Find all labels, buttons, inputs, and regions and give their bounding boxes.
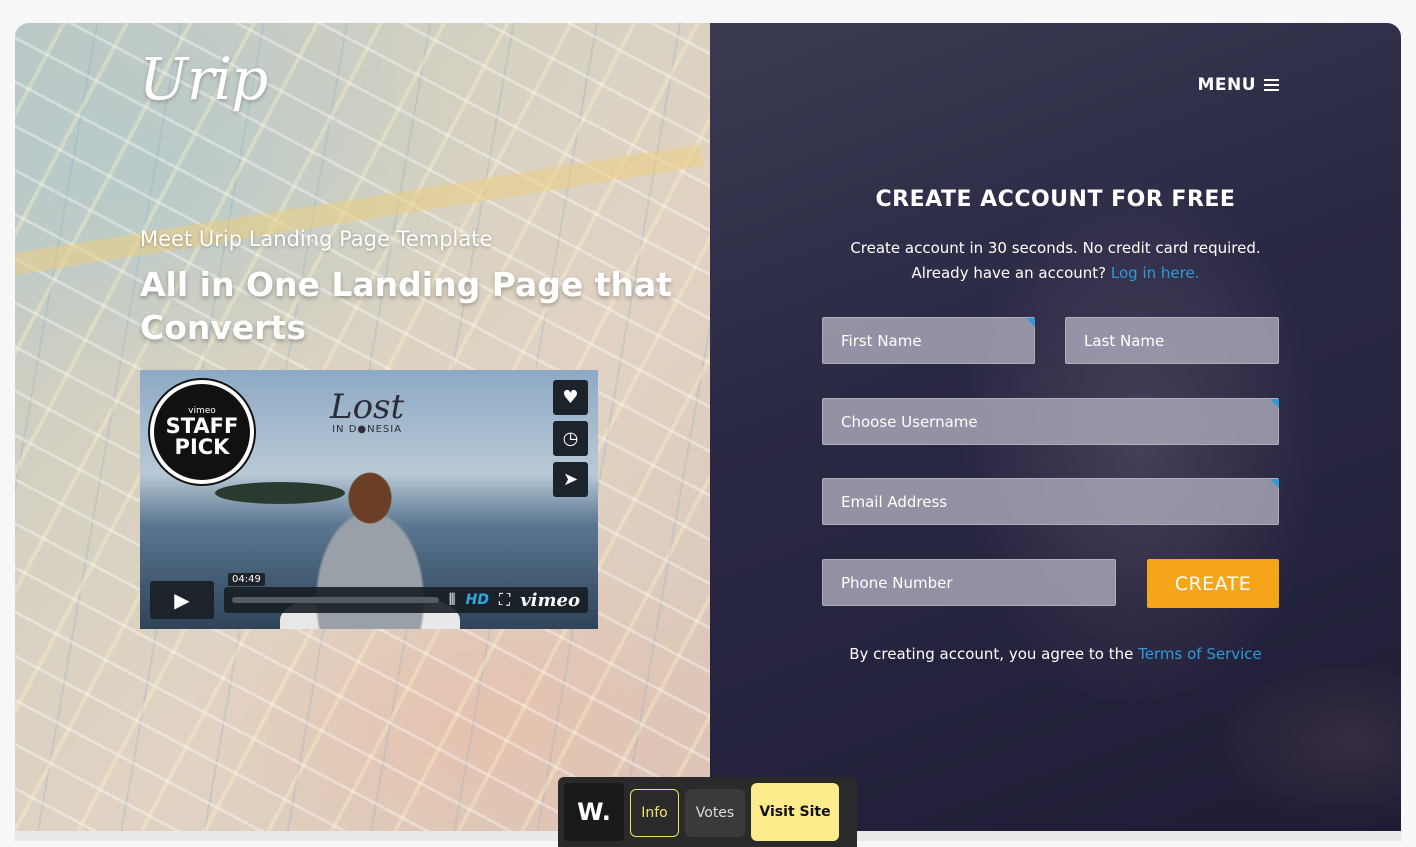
progress-bar[interactable] [232, 597, 439, 603]
play-button[interactable]: ▶ [150, 581, 214, 619]
form-title: CREATE ACCOUNT FOR FREE [875, 187, 1236, 212]
heart-icon[interactable]: ♥ [553, 380, 588, 415]
toolbar-logo[interactable]: W. [564, 783, 624, 841]
video-side-actions: ♥ ◷ ➤ [553, 380, 588, 497]
staff-pick-badge: vimeo STAFF PICK [150, 380, 254, 484]
required-marker [1026, 318, 1035, 327]
clock-icon[interactable]: ◷ [553, 421, 588, 456]
video-title-line2: IN D●NESIA [332, 424, 403, 435]
first-name-input[interactable] [822, 317, 1035, 364]
login-line: Already have an account? Log in here. [710, 261, 1401, 286]
email-input[interactable] [822, 478, 1279, 525]
hero-headline: All in One Landing Page that Converts [140, 265, 673, 347]
video-time: 04:49 [228, 573, 265, 586]
terms-link[interactable]: Terms of Service [1138, 645, 1262, 663]
username-input[interactable] [822, 398, 1279, 445]
phone-input[interactable] [822, 559, 1116, 606]
required-marker [1270, 399, 1279, 408]
play-icon: ▶ [174, 588, 190, 612]
form-subtitle-line: Create account in 30 seconds. No credit … [850, 239, 1261, 257]
hero-panel: Urip Meet Urip Landing Page Template All… [15, 23, 710, 831]
site-preview: Urip Meet Urip Landing Page Template All… [15, 23, 1401, 831]
send-icon[interactable]: ➤ [553, 462, 588, 497]
fullscreen-icon[interactable]: ⛶ [499, 590, 510, 610]
hd-toggle[interactable]: HD [466, 592, 489, 608]
form-subtitle: Create account in 30 seconds. No credit … [710, 236, 1401, 286]
volume-icon[interactable]: ⦀ [449, 590, 456, 610]
required-marker [1270, 479, 1279, 488]
badge-main-text: STAFF PICK [165, 414, 239, 459]
terms-prefix: By creating account, you agree to the [849, 645, 1134, 663]
video-timeline[interactable]: 04:49 ⦀ HD ⛶ vimeo [224, 573, 588, 613]
votes-button[interactable]: Votes [685, 789, 745, 837]
brand-logo[interactable]: Urip [139, 45, 268, 113]
login-link[interactable]: Log in here. [1111, 264, 1200, 282]
vimeo-logo[interactable]: vimeo [520, 590, 580, 611]
preview-toolbar: W. Info Votes Visit Site [558, 777, 857, 847]
signup-panel: MENU CREATE ACCOUNT FOR FREE Create acco… [710, 23, 1401, 831]
hero-pre-title: Meet Urip Landing Page Template [140, 227, 493, 251]
last-name-input[interactable] [1065, 317, 1279, 364]
login-prompt: Already have an account? [911, 264, 1107, 282]
menu-label: MENU [1197, 75, 1256, 95]
terms-notice: By creating account, you agree to the Te… [710, 645, 1401, 663]
video-controls: ▶ 04:49 ⦀ HD ⛶ vimeo [150, 573, 588, 619]
video-player[interactable]: vimeo STAFF PICK Lost IN D●NESIA ♥ ◷ ➤ ▶… [140, 370, 598, 629]
create-account-button[interactable]: CREATE [1147, 559, 1279, 608]
visit-site-button[interactable]: Visit Site [751, 783, 839, 841]
info-button[interactable]: Info [630, 789, 679, 837]
video-title: Lost IN D●NESIA [330, 390, 404, 435]
menu-button[interactable]: MENU [1197, 75, 1279, 95]
hamburger-icon [1264, 76, 1279, 94]
video-title-line1: Lost [330, 387, 405, 427]
